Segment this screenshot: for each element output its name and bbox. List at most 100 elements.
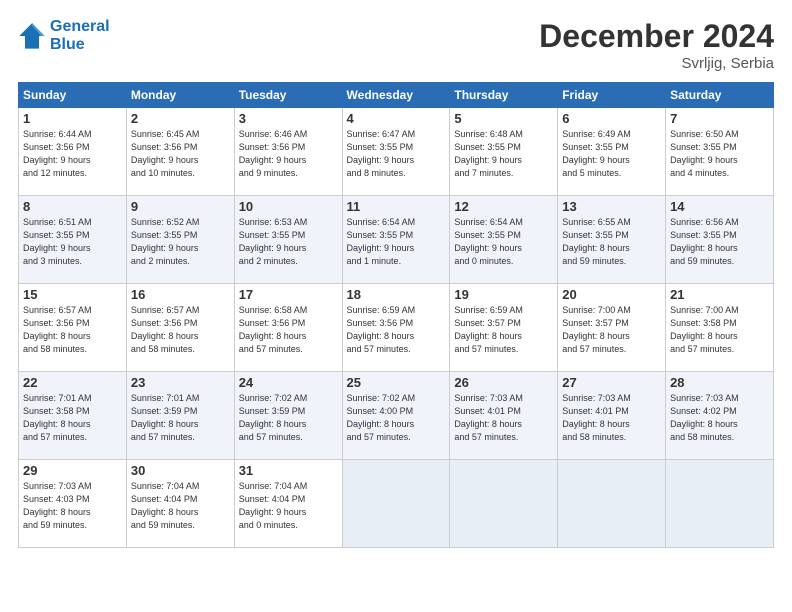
day-info: Sunrise: 6:52 AMSunset: 3:55 PMDaylight:… <box>131 216 230 268</box>
day-info: Sunrise: 6:55 AMSunset: 3:55 PMDaylight:… <box>562 216 661 268</box>
day-number: 28 <box>670 375 769 390</box>
day-info: Sunrise: 6:56 AMSunset: 3:55 PMDaylight:… <box>670 216 769 268</box>
header-row: Sunday Monday Tuesday Wednesday Thursday… <box>19 83 774 108</box>
table-row: 29 Sunrise: 7:03 AMSunset: 4:03 PMDayligh… <box>19 460 127 548</box>
calendar-table: Sunday Monday Tuesday Wednesday Thursday… <box>18 82 774 548</box>
day-number: 10 <box>239 199 338 214</box>
day-number: 21 <box>670 287 769 302</box>
day-number: 22 <box>23 375 122 390</box>
title-block: December 2024 Svrljig, Serbia <box>539 18 774 72</box>
day-info: Sunrise: 7:04 AMSunset: 4:04 PMDaylight:… <box>239 480 338 532</box>
day-info: Sunrise: 6:59 AMSunset: 3:57 PMDaylight:… <box>454 304 553 356</box>
day-number: 30 <box>131 463 230 478</box>
table-row: 24 Sunrise: 7:02 AMSunset: 3:59 PMDayligh… <box>234 372 342 460</box>
table-row: 28Sunrise: 7:03 AMSunset: 4:02 PMDayligh… <box>666 372 774 460</box>
table-row: 9Sunrise: 6:52 AMSunset: 3:55 PMDaylight… <box>126 196 234 284</box>
day-info: Sunrise: 6:48 AMSunset: 3:55 PMDaylight:… <box>454 128 553 180</box>
table-row: 23Sunrise: 7:01 AMSunset: 3:59 PMDayligh… <box>126 372 234 460</box>
table-row: 31 Sunrise: 7:04 AMSunset: 4:04 PMDayligh… <box>234 460 342 548</box>
table-row: 20Sunrise: 7:00 AMSunset: 3:57 PMDayligh… <box>558 284 666 372</box>
day-info: Sunrise: 7:03 AMSunset: 4:01 PMDaylight:… <box>454 392 553 444</box>
day-number: 31 <box>239 463 338 478</box>
day-info: Sunrise: 6:51 AMSunset: 3:55 PMDaylight:… <box>23 216 122 268</box>
day-number: 27 <box>562 375 661 390</box>
day-number: 25 <box>347 375 446 390</box>
day-number: 2 <box>131 111 230 126</box>
table-row <box>558 460 666 548</box>
logo-text: General Blue <box>50 18 110 53</box>
day-number: 4 <box>347 111 446 126</box>
day-info: Sunrise: 7:01 AMSunset: 3:58 PMDaylight:… <box>23 392 122 444</box>
day-number: 13 <box>562 199 661 214</box>
day-number: 23 <box>131 375 230 390</box>
day-number: 17 <box>239 287 338 302</box>
table-row: 1 Sunrise: 6:44 AMSunset: 3:56 PMDaylight… <box>19 108 127 196</box>
day-number: 24 <box>239 375 338 390</box>
col-friday: Friday <box>558 83 666 108</box>
table-row <box>342 460 450 548</box>
day-info: Sunrise: 7:03 AMSunset: 4:03 PMDaylight:… <box>23 480 122 532</box>
table-row: 12 Sunrise: 6:54 AMSunset: 3:55 PMDayligh… <box>450 196 558 284</box>
day-info: Sunrise: 6:47 AMSunset: 3:55 PMDaylight:… <box>347 128 446 180</box>
col-saturday: Saturday <box>666 83 774 108</box>
table-row: 19 Sunrise: 6:59 AMSunset: 3:57 PMDayligh… <box>450 284 558 372</box>
calendar-week-row: 15 Sunrise: 6:57 AMSunset: 3:56 PMDayligh… <box>19 284 774 372</box>
day-info: Sunrise: 6:44 AMSunset: 3:56 PMDaylight:… <box>23 128 122 180</box>
calendar-week-row: 1 Sunrise: 6:44 AMSunset: 3:56 PMDaylight… <box>19 108 774 196</box>
day-info: Sunrise: 7:00 AMSunset: 3:58 PMDaylight:… <box>670 304 769 356</box>
col-monday: Monday <box>126 83 234 108</box>
day-info: Sunrise: 6:59 AMSunset: 3:56 PMDaylight:… <box>347 304 446 356</box>
day-info: Sunrise: 6:58 AMSunset: 3:56 PMDaylight:… <box>239 304 338 356</box>
table-row: 26 Sunrise: 7:03 AMSunset: 4:01 PMDayligh… <box>450 372 558 460</box>
day-number: 5 <box>454 111 553 126</box>
table-row <box>450 460 558 548</box>
day-number: 19 <box>454 287 553 302</box>
table-row: 7Sunrise: 6:50 AMSunset: 3:55 PMDaylight… <box>666 108 774 196</box>
day-info: Sunrise: 7:03 AMSunset: 4:01 PMDaylight:… <box>562 392 661 444</box>
month-title: December 2024 <box>539 18 774 55</box>
table-row: 17 Sunrise: 6:58 AMSunset: 3:56 PMDayligh… <box>234 284 342 372</box>
day-number: 12 <box>454 199 553 214</box>
table-row: 13 Sunrise: 6:55 AMSunset: 3:55 PMDayligh… <box>558 196 666 284</box>
day-number: 3 <box>239 111 338 126</box>
day-info: Sunrise: 6:53 AMSunset: 3:55 PMDaylight:… <box>239 216 338 268</box>
logo: General Blue <box>18 18 110 53</box>
day-info: Sunrise: 6:49 AMSunset: 3:55 PMDaylight:… <box>562 128 661 180</box>
day-info: Sunrise: 6:57 AMSunset: 3:56 PMDaylight:… <box>131 304 230 356</box>
table-row: 6Sunrise: 6:49 AMSunset: 3:55 PMDaylight… <box>558 108 666 196</box>
day-number: 11 <box>347 199 446 214</box>
table-row: 10 Sunrise: 6:53 AMSunset: 3:55 PMDayligh… <box>234 196 342 284</box>
day-info: Sunrise: 7:02 AMSunset: 4:00 PMDaylight:… <box>347 392 446 444</box>
table-row: 27 Sunrise: 7:03 AMSunset: 4:01 PMDayligh… <box>558 372 666 460</box>
col-wednesday: Wednesday <box>342 83 450 108</box>
day-info: Sunrise: 6:54 AMSunset: 3:55 PMDaylight:… <box>454 216 553 268</box>
calendar-week-row: 29 Sunrise: 7:03 AMSunset: 4:03 PMDayligh… <box>19 460 774 548</box>
day-number: 29 <box>23 463 122 478</box>
table-row: 22 Sunrise: 7:01 AMSunset: 3:58 PMDayligh… <box>19 372 127 460</box>
table-row: 16Sunrise: 6:57 AMSunset: 3:56 PMDayligh… <box>126 284 234 372</box>
table-row: 15Sunrise: 6:57 AMSunset: 3:56 PMDayligh… <box>19 284 127 372</box>
table-row: 11 Sunrise: 6:54 AMSunset: 3:55 PMDayligh… <box>342 196 450 284</box>
day-info: Sunrise: 6:45 AMSunset: 3:56 PMDaylight:… <box>131 128 230 180</box>
day-number: 1 <box>23 111 122 126</box>
table-row: 18 Sunrise: 6:59 AMSunset: 3:56 PMDayligh… <box>342 284 450 372</box>
day-number: 15 <box>23 287 122 302</box>
table-row: 5 Sunrise: 6:48 AMSunset: 3:55 PMDaylight… <box>450 108 558 196</box>
table-row: 14 Sunrise: 6:56 AMSunset: 3:55 PMDayligh… <box>666 196 774 284</box>
calendar-week-row: 22 Sunrise: 7:01 AMSunset: 3:58 PMDayligh… <box>19 372 774 460</box>
table-row: 30Sunrise: 7:04 AMSunset: 4:04 PMDayligh… <box>126 460 234 548</box>
calendar-week-row: 8 Sunrise: 6:51 AMSunset: 3:55 PMDaylight… <box>19 196 774 284</box>
day-info: Sunrise: 6:54 AMSunset: 3:55 PMDaylight:… <box>347 216 446 268</box>
table-row: 21 Sunrise: 7:00 AMSunset: 3:58 PMDayligh… <box>666 284 774 372</box>
logo-icon <box>18 22 46 50</box>
day-number: 26 <box>454 375 553 390</box>
table-row <box>666 460 774 548</box>
day-number: 18 <box>347 287 446 302</box>
col-thursday: Thursday <box>450 83 558 108</box>
day-info: Sunrise: 7:02 AMSunset: 3:59 PMDaylight:… <box>239 392 338 444</box>
day-number: 14 <box>670 199 769 214</box>
col-tuesday: Tuesday <box>234 83 342 108</box>
page: General Blue December 2024 Svrljig, Serb… <box>0 0 792 612</box>
day-number: 8 <box>23 199 122 214</box>
day-info: Sunrise: 6:46 AMSunset: 3:56 PMDaylight:… <box>239 128 338 180</box>
